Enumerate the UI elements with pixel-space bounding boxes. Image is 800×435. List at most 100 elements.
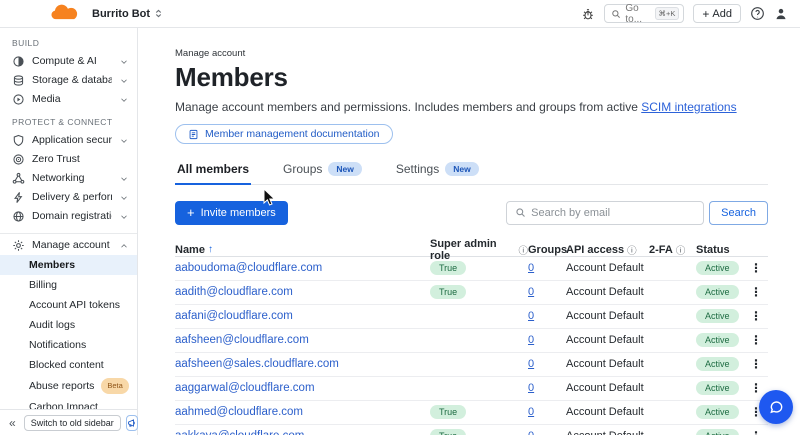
member-email-link[interactable]: aahmed@cloudflare.com (175, 406, 303, 418)
tab-groups[interactable]: Groups New (281, 157, 364, 184)
status-badge: Active (696, 333, 739, 347)
chevron-down-icon (119, 212, 129, 222)
sidebar-item-manage-account[interactable]: Manage account (0, 236, 137, 255)
feedback-icon[interactable] (125, 414, 138, 431)
chat-bubble-icon (769, 400, 782, 413)
api-access-value: Account Default (566, 334, 644, 346)
member-email-link[interactable]: aakkaya@cloudflare.com (175, 430, 304, 435)
zero-trust-icon (12, 153, 25, 166)
info-icon[interactable]: ⓘ (627, 243, 637, 257)
account-switcher[interactable]: Burrito Bot (92, 8, 163, 20)
sidebar-item-billing[interactable]: Billing (0, 275, 137, 295)
groups-count-link[interactable]: 0 (528, 430, 534, 435)
switch-old-sidebar-button[interactable]: Switch to old sidebar (23, 414, 121, 431)
groups-count-link[interactable]: 0 (528, 310, 534, 322)
member-email-link[interactable]: aaboudoma@cloudflare.com (175, 262, 322, 274)
row-menu-button[interactable]: ⋮ (744, 430, 768, 435)
sidebar-item-domain-registration[interactable]: Domain registration (0, 207, 137, 226)
sidebar-item-storage-databases[interactable]: Storage & databases (0, 71, 137, 90)
row-menu-button[interactable]: ⋮ (744, 286, 768, 298)
global-search[interactable]: Go to... ⌘+K (604, 2, 685, 25)
sidebar-nav: BUILD Compute & AIStorage & databasesMedi… (0, 28, 137, 409)
delivery-performance-icon (12, 191, 25, 204)
row-menu-button[interactable]: ⋮ (744, 382, 768, 394)
sidebar-item-members[interactable]: Members (0, 255, 137, 275)
search-button[interactable]: Search (709, 200, 768, 225)
beta-badge: Beta (101, 378, 129, 394)
sidebar-item-notifications[interactable]: Notifications (0, 335, 137, 355)
groups-count-link[interactable]: 0 (528, 334, 534, 346)
member-email-link[interactable]: aafsheen@sales.cloudflare.com (175, 358, 339, 370)
support-chat-button[interactable] (759, 390, 793, 424)
super-admin-badge: True (430, 285, 467, 299)
bug-report-icon[interactable] (581, 7, 595, 21)
tab-bar: All members Groups New Settings New (175, 157, 768, 185)
search-by-email-input[interactable] (531, 206, 696, 219)
row-menu-button[interactable]: ⋮ (744, 310, 768, 322)
page-description: Manage account members and permissions. … (175, 100, 737, 114)
tab-settings[interactable]: Settings New (394, 157, 481, 184)
groups-count-link[interactable]: 0 (528, 286, 534, 298)
search-icon (516, 208, 526, 217)
member-docs-button[interactable]: Member management documentation (175, 124, 393, 144)
cloudflare-logo-icon[interactable] (48, 4, 82, 24)
table-row: aafani@cloudflare.com 0 Account Default Act… (175, 305, 768, 329)
tab-all-members[interactable]: All members (175, 157, 252, 185)
sidebar-item-media[interactable]: Media (0, 90, 137, 109)
new-badge: New (328, 162, 362, 176)
sidebar-item-zero-trust[interactable]: Zero Trust (0, 150, 137, 169)
row-menu-button[interactable]: ⋮ (744, 262, 768, 274)
row-menu-button[interactable]: ⋮ (744, 358, 768, 370)
scim-integrations-link[interactable]: SCIM integrations (641, 100, 736, 114)
member-email-link[interactable]: aafani@cloudflare.com (175, 310, 293, 322)
user-profile-icon[interactable] (774, 7, 788, 21)
collapse-sidebar-icon[interactable]: « (6, 416, 19, 430)
sidebar-item-application-security[interactable]: Application security (0, 131, 137, 150)
global-search-placeholder: Go to... (625, 2, 643, 25)
column-api-access: API access ⓘ (566, 243, 637, 257)
sidebar-item-networking[interactable]: Networking (0, 169, 137, 188)
status-badge: Active (696, 261, 739, 275)
table-toolbar: + Invite members Search (175, 200, 768, 225)
sidebar-item-compute-ai[interactable]: Compute & AI (0, 52, 137, 71)
account-name: Burrito Bot (92, 7, 151, 20)
groups-count-link[interactable]: 0 (528, 382, 534, 394)
member-search: Search (506, 200, 768, 225)
groups-count-link[interactable]: 0 (528, 358, 534, 370)
table-header: Name ↑ Super admin role ⓘ Groups API acc… (175, 238, 768, 262)
help-icon[interactable] (750, 6, 765, 21)
chevron-down-icon (119, 136, 129, 146)
sidebar-item-audit-logs[interactable]: Audit logs (0, 315, 137, 335)
chevron-down-icon (119, 95, 129, 105)
api-access-value: Account Default (566, 430, 649, 435)
sidebar-item-delivery-performance[interactable]: Delivery & performance (0, 188, 137, 207)
page-title: Members (175, 62, 288, 92)
status-badge: Active (696, 429, 739, 435)
table-body: aaboudoma@cloudflare.com True 0 Account Def… (175, 257, 768, 435)
groups-count-link[interactable]: 0 (528, 262, 534, 274)
super-admin-badge: True (430, 429, 467, 435)
chevron-down-icon (119, 57, 129, 67)
status-badge: Active (696, 309, 739, 323)
new-badge: New (445, 162, 479, 176)
sidebar-item-blocked-content[interactable]: Blocked content (0, 355, 137, 375)
member-email-link[interactable]: aadith@cloudflare.com (175, 286, 293, 298)
member-email-link[interactable]: aafsheen@cloudflare.com (175, 334, 309, 346)
sidebar-item-abuse-reports[interactable]: Abuse reports Beta (0, 375, 137, 397)
member-email-link[interactable]: aaggarwal@cloudflare.com (175, 382, 315, 394)
plus-icon: + (702, 6, 710, 21)
document-icon (189, 129, 198, 139)
chevron-updown-icon (154, 8, 163, 19)
invite-members-button[interactable]: + Invite members (175, 200, 288, 225)
info-icon[interactable]: ⓘ (518, 243, 528, 257)
add-button[interactable]: + Add (693, 4, 741, 23)
row-menu-button[interactable]: ⋮ (744, 334, 768, 346)
plus-icon: + (187, 204, 195, 220)
info-icon[interactable]: ⓘ (676, 243, 686, 257)
sidebar-item-account-api-tokens[interactable]: Account API tokens (0, 295, 137, 315)
sidebar-item-carbon-impact-report[interactable]: Carbon Impact Report (0, 397, 137, 409)
column-name[interactable]: Name ↑ (175, 244, 430, 256)
member-search-box[interactable] (506, 200, 705, 225)
groups-count-link[interactable]: 0 (528, 406, 534, 418)
media-icon (12, 93, 25, 106)
